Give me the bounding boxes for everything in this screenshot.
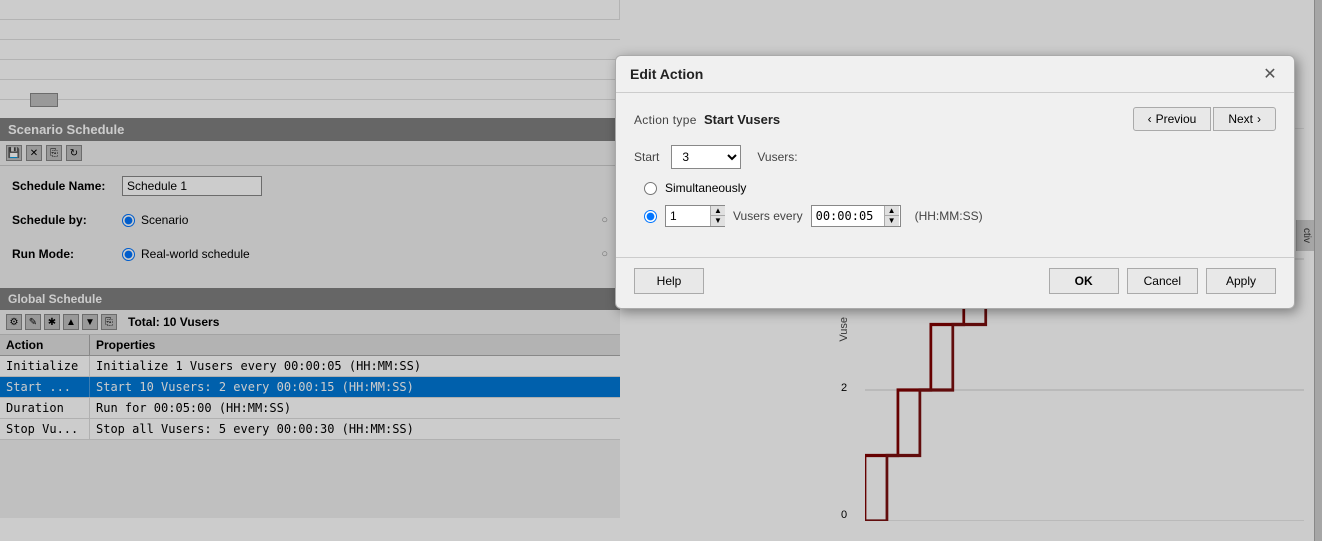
spinner-up-button[interactable]: ▲ <box>711 206 725 216</box>
chevron-left-icon: ‹ <box>1148 112 1152 126</box>
dialog-close-button[interactable]: ✕ <box>1260 64 1280 84</box>
spinner-down-button[interactable]: ▼ <box>711 216 725 226</box>
previous-button[interactable]: ‹ Previou <box>1133 107 1212 131</box>
apply-button[interactable]: Apply <box>1206 268 1276 294</box>
previous-label: Previou <box>1156 112 1197 126</box>
action-type-info: Action type Start Vusers <box>634 112 780 127</box>
footer-right: OK Cancel Apply <box>1049 268 1276 294</box>
time-spinner-arrows: ▲ ▼ <box>884 206 899 226</box>
time-spinner-up[interactable]: ▲ <box>885 206 899 216</box>
vusers-every-radio[interactable] <box>644 210 657 223</box>
vusers-every-option: ▲ ▼ Vusers every ▲ ▼ (HH:MM:SS) <box>644 205 1276 227</box>
footer-left: Help <box>634 268 704 294</box>
every-label: Vusers every <box>733 209 803 223</box>
spinner-arrows: ▲ ▼ <box>710 206 725 226</box>
vusers-count-spinner: ▲ ▼ <box>665 205 725 227</box>
vusers-count-input[interactable] <box>666 207 710 225</box>
action-type-name: Start Vusers <box>704 112 780 127</box>
help-button[interactable]: Help <box>634 268 704 294</box>
action-type-row: Action type Start Vusers ‹ Previou Next … <box>634 107 1276 131</box>
time-spinner: ▲ ▼ <box>811 205 901 227</box>
start-label: Start <box>634 150 659 164</box>
dialog-title: Edit Action <box>630 66 703 82</box>
nav-buttons: ‹ Previou Next › <box>1133 107 1276 131</box>
action-type-prefix: Action type <box>634 113 697 127</box>
simultaneously-label: Simultaneously <box>665 181 746 195</box>
next-button[interactable]: Next › <box>1213 107 1276 131</box>
radio-section: Simultaneously ▲ ▼ Vusers every <box>644 181 1276 227</box>
simultaneously-option: Simultaneously <box>644 181 1276 195</box>
vusers-label: Vusers: <box>757 150 797 164</box>
time-spinner-down[interactable]: ▼ <box>885 216 899 226</box>
cancel-button[interactable]: Cancel <box>1127 268 1198 294</box>
dialog-body: Action type Start Vusers ‹ Previou Next … <box>616 93 1294 241</box>
chevron-right-icon: › <box>1257 112 1261 126</box>
hhmm-label: (HH:MM:SS) <box>915 209 983 223</box>
edit-action-dialog: Edit Action ✕ Action type Start Vusers ‹… <box>615 55 1295 309</box>
dialog-titlebar: Edit Action ✕ <box>616 56 1294 93</box>
dialog-footer: Help OK Cancel Apply <box>616 268 1294 308</box>
simultaneously-radio[interactable] <box>644 182 657 195</box>
ok-button[interactable]: OK <box>1049 268 1119 294</box>
time-input[interactable] <box>812 207 884 225</box>
next-label: Next <box>1228 112 1253 126</box>
dialog-separator <box>616 257 1294 258</box>
start-select[interactable]: 3 1 2 5 <box>671 145 741 169</box>
start-row: Start 3 1 2 5 Vusers: <box>634 145 1276 169</box>
